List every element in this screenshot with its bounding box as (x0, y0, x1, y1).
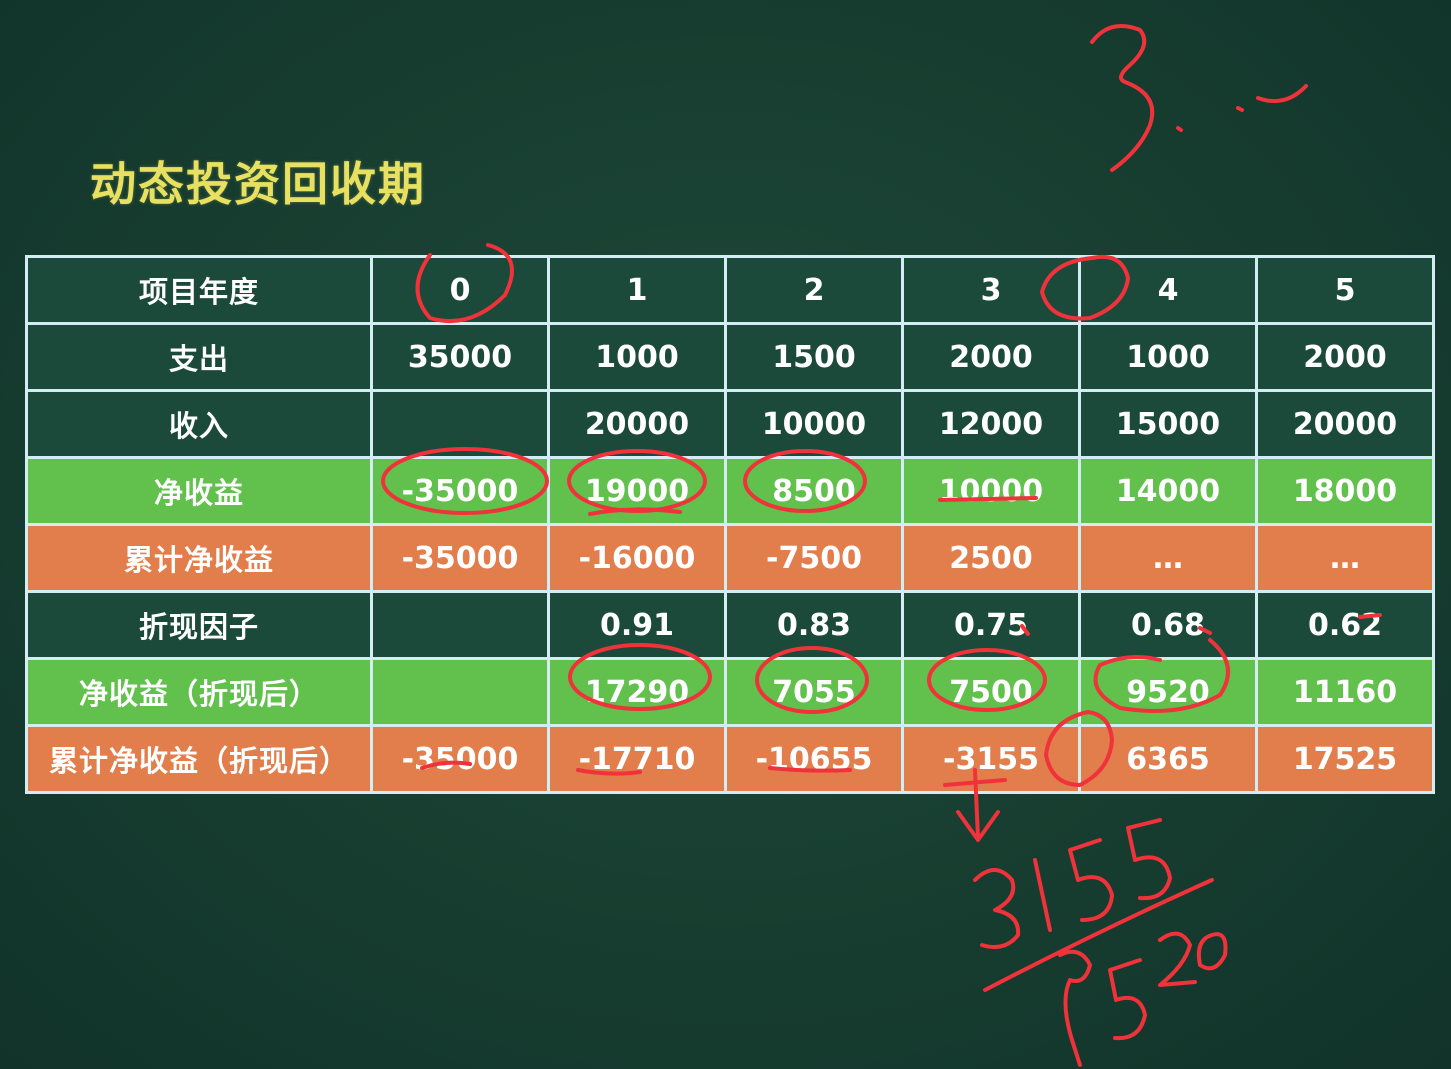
ink-scribble (973, 868, 1021, 949)
table-cell: 17525 (1255, 724, 1435, 794)
header-year-cell: 4 (1078, 255, 1258, 325)
table-cell (370, 590, 550, 660)
header-year-cell: 1 (547, 255, 727, 325)
table-cell: 0.68 (1078, 590, 1258, 660)
row-label: 累计净收益（折现后） (25, 724, 373, 794)
table-cell: 0.62 (1255, 590, 1435, 660)
table-cell (370, 657, 550, 727)
header-year-cell: 5 (1255, 255, 1435, 325)
table-cell: -10655 (724, 724, 904, 794)
table-cell: 17290 (547, 657, 727, 727)
table-cell: 35000 (370, 322, 550, 392)
ink-scribble (1068, 838, 1114, 922)
row-label: 支出 (25, 322, 373, 392)
ink-fraction-line (983, 878, 1214, 992)
row-label: 净收益 (25, 456, 373, 526)
ink-scribble (1176, 126, 1183, 132)
table-cell: 2500 (901, 523, 1081, 593)
table-cell: 19000 (547, 456, 727, 526)
payback-table: 项目年度 0 1 2 3 4 5 支出 35000 1000 1500 2000… (25, 255, 1435, 794)
row-label: 累计净收益 (25, 523, 373, 593)
header-year-cell: 0 (370, 255, 550, 325)
table-cell: 1500 (724, 322, 904, 392)
header-year-cell: 2 (724, 255, 904, 325)
discounted-cumulative-row: 累计净收益（折现后） -35000 -17710 -10655 -3155 63… (25, 724, 1435, 794)
table-cell: 0.91 (547, 590, 727, 660)
ink-scribble (1256, 84, 1308, 103)
table-cell: 8500 (724, 456, 904, 526)
ink-scribble (1126, 818, 1172, 901)
table-cell: 2000 (901, 322, 1081, 392)
table-cell: 7055 (724, 657, 904, 727)
cumulative-net-income-row: 累计净收益 -35000 -16000 -7500 2500 … … (25, 523, 1435, 593)
table-cell: 10000 (724, 389, 904, 459)
table-cell: 9520 (1078, 657, 1258, 727)
table-cell: 1000 (547, 322, 727, 392)
table-cell: -35000 (370, 456, 550, 526)
ink-scribble (956, 810, 1000, 842)
page-title: 动态投资回收期 (90, 157, 426, 211)
header-year-cell: 3 (901, 255, 1081, 325)
table-cell: 20000 (547, 389, 727, 459)
table-cell: -35000 (370, 523, 550, 593)
ink-scribble (1236, 106, 1244, 112)
row-label: 净收益（折现后） (25, 657, 373, 727)
ink-scribble (1196, 932, 1228, 971)
ink-scribble (1058, 949, 1092, 1067)
table-cell: 11160 (1255, 657, 1435, 727)
table-cell: 18000 (1255, 456, 1435, 526)
table-cell: 10000 (901, 456, 1081, 526)
table-cell: 0.83 (724, 590, 904, 660)
table-cell: -35000 (370, 724, 550, 794)
expense-row: 支出 35000 1000 1500 2000 1000 2000 (25, 322, 1435, 392)
table-cell: -3155 (901, 724, 1081, 794)
ink-scribble (1158, 931, 1197, 987)
row-label: 折现因子 (25, 590, 373, 660)
table-cell: 12000 (901, 389, 1081, 459)
table-cell: 15000 (1078, 389, 1258, 459)
table-cell: 20000 (1255, 389, 1435, 459)
discount-factor-row: 折现因子 0.91 0.83 0.75 0.68 0.62 (25, 590, 1435, 660)
discounted-net-income-row: 净收益（折现后） 17290 7055 7500 9520 11160 (25, 657, 1435, 727)
ink-scribble (1033, 858, 1052, 932)
table-cell: … (1078, 523, 1258, 593)
table-cell: 7500 (901, 657, 1081, 727)
ink-scribble (1108, 958, 1147, 1041)
table-cell: -16000 (547, 523, 727, 593)
net-income-row: 净收益 -35000 19000 8500 10000 14000 18000 (25, 456, 1435, 526)
table-cell: 6365 (1078, 724, 1258, 794)
table-cell: 1000 (1078, 322, 1258, 392)
table-cell: -17710 (547, 724, 727, 794)
table-cell: -7500 (724, 523, 904, 593)
header-row: 项目年度 0 1 2 3 4 5 (25, 255, 1435, 325)
row-label: 收入 (25, 389, 373, 459)
table-cell: 0.75 (901, 590, 1081, 660)
table-cell: 14000 (1078, 456, 1258, 526)
header-label: 项目年度 (25, 255, 373, 325)
ink-scribble (1090, 24, 1155, 172)
table-cell: … (1255, 523, 1435, 593)
table-cell: 2000 (1255, 322, 1435, 392)
table-cell (370, 389, 550, 459)
income-row: 收入 20000 10000 12000 15000 20000 (25, 389, 1435, 459)
